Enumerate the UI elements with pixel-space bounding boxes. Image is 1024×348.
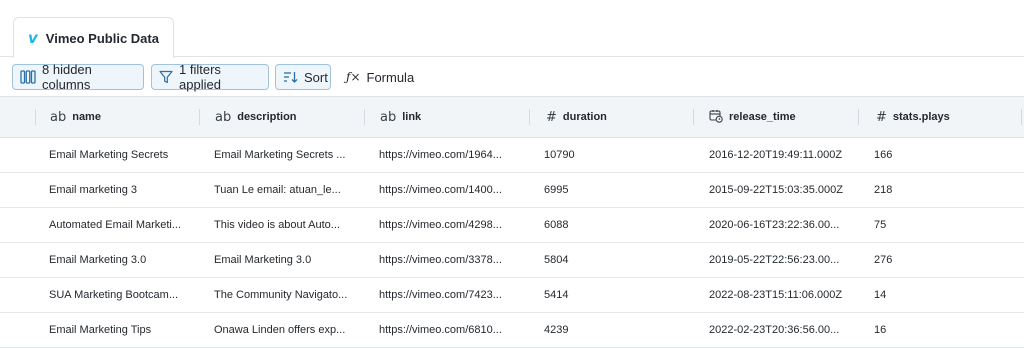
column-header-description[interactable]: ab description: [215, 97, 297, 137]
column-header-label: release_time: [729, 111, 796, 123]
sort-label: Sort: [304, 69, 328, 85]
vimeo-logo-icon: v: [28, 29, 38, 47]
column-header-label: link: [402, 111, 422, 123]
cell-name[interactable]: Email Marketing 3.0: [49, 243, 199, 277]
cell-duration[interactable]: 5804: [544, 243, 694, 277]
cell-name[interactable]: Email Marketing Tips: [49, 313, 199, 347]
cell-name[interactable]: Email marketing 3: [49, 173, 199, 207]
cell-link[interactable]: https://vimeo.com/7423...: [379, 278, 529, 312]
column-header-duration[interactable]: # duration: [546, 97, 607, 137]
table-row[interactable]: Email Marketing Tips Onawa Linden offers…: [0, 313, 1024, 348]
cell-stats-plays[interactable]: 276: [874, 243, 1014, 277]
column-divider: [858, 109, 859, 125]
column-header-name[interactable]: ab name: [50, 97, 101, 137]
column-header-label: stats.plays: [892, 111, 950, 123]
cell-description[interactable]: Email Marketing Secrets ...: [214, 138, 364, 172]
cell-release-time[interactable]: 2022-08-23T15:11:06.000Z: [709, 278, 859, 312]
sort-icon: [283, 70, 298, 84]
text-type-icon: ab: [215, 109, 232, 125]
cell-release-time[interactable]: 2019-05-22T22:56:23.00...: [709, 243, 859, 277]
table-row[interactable]: SUA Marketing Bootcam... The Community N…: [0, 278, 1024, 313]
number-type-icon: #: [876, 109, 887, 125]
cell-release-time[interactable]: 2020-06-16T23:22:36.00...: [709, 208, 859, 242]
cell-description[interactable]: Onawa Linden offers exp...: [214, 313, 364, 347]
column-divider: [1021, 109, 1022, 125]
cell-release-time[interactable]: 2015-09-22T15:03:35.000Z: [709, 173, 859, 207]
cell-name[interactable]: SUA Marketing Bootcam...: [49, 278, 199, 312]
tab-label: Vimeo Public Data: [45, 30, 159, 46]
column-divider: [693, 109, 694, 125]
cell-description[interactable]: This video is about Auto...: [214, 208, 364, 242]
column-header-link[interactable]: ab link: [380, 97, 421, 137]
formula-label: Formula: [366, 69, 415, 85]
number-type-icon: #: [546, 109, 557, 125]
sort-button[interactable]: Sort: [275, 64, 331, 90]
table-row[interactable]: Automated Email Marketi... This video is…: [0, 208, 1024, 243]
text-type-icon: ab: [380, 109, 397, 125]
cell-stats-plays[interactable]: 75: [874, 208, 1014, 242]
cell-duration[interactable]: 4239: [544, 313, 694, 347]
cell-duration[interactable]: 5414: [544, 278, 694, 312]
cell-link[interactable]: https://vimeo.com/6810...: [379, 313, 529, 347]
text-type-icon: ab: [50, 109, 67, 125]
cell-description[interactable]: Tuan Le email: atuan_le...: [214, 173, 364, 207]
table-row[interactable]: Email Marketing Secrets Email Marketing …: [0, 138, 1024, 173]
cell-release-time[interactable]: 2016-12-20T19:49:11.000Z: [709, 138, 859, 172]
cell-duration[interactable]: 10790: [544, 138, 694, 172]
column-divider: [199, 109, 200, 125]
table-row[interactable]: Email Marketing 3.0 Email Marketing 3.0 …: [0, 243, 1024, 278]
cell-duration[interactable]: 6088: [544, 208, 694, 242]
formula-button[interactable]: ƒ× Formula: [339, 64, 419, 90]
toolbar: 8 hidden columns 1 filters applied Sort …: [0, 57, 1024, 97]
calendar-clock-icon: [709, 109, 723, 126]
column-header-stats-plays[interactable]: # stats.plays: [876, 97, 950, 137]
tab-vimeo-public-data[interactable]: v Vimeo Public Data: [13, 17, 174, 58]
cell-release-time[interactable]: 2022-02-23T20:36:56.00...: [709, 313, 859, 347]
cell-stats-plays[interactable]: 16: [874, 313, 1014, 347]
cell-description[interactable]: The Community Navigato...: [214, 278, 364, 312]
column-header-label: duration: [562, 111, 607, 123]
column-header-label: name: [72, 111, 101, 123]
table-header: ab name ab description ab link # duratio…: [0, 97, 1024, 138]
cell-link[interactable]: https://vimeo.com/1400...: [379, 173, 529, 207]
cell-name[interactable]: Email Marketing Secrets: [49, 138, 199, 172]
filters-label: 1 filters applied: [179, 62, 221, 92]
cell-description[interactable]: Email Marketing 3.0: [214, 243, 364, 277]
cell-name[interactable]: Automated Email Marketi...: [49, 208, 199, 242]
column-divider: [364, 109, 365, 125]
cell-link[interactable]: https://vimeo.com/4298...: [379, 208, 529, 242]
tab-bar: v Vimeo Public Data: [0, 0, 1024, 58]
filter-icon: [159, 70, 173, 84]
filters-button[interactable]: 1 filters applied: [151, 62, 269, 92]
column-divider: [35, 109, 36, 125]
cell-stats-plays[interactable]: 14: [874, 278, 1014, 312]
column-header-label: description: [237, 111, 297, 123]
column-header-release-time[interactable]: release_time: [709, 97, 796, 137]
cell-stats-plays[interactable]: 218: [874, 173, 1014, 207]
cell-stats-plays[interactable]: 166: [874, 138, 1014, 172]
column-divider: [529, 109, 530, 125]
cell-duration[interactable]: 6995: [544, 173, 694, 207]
formula-icon: ƒ×: [346, 70, 361, 84]
cell-link[interactable]: https://vimeo.com/1964...: [379, 138, 529, 172]
hidden-columns-label: 8 hidden columns: [42, 62, 92, 92]
hidden-columns-button[interactable]: 8 hidden columns: [12, 62, 144, 92]
columns-icon: [20, 70, 36, 84]
table-row[interactable]: Email marketing 3 Tuan Le email: atuan_l…: [0, 173, 1024, 208]
cell-link[interactable]: https://vimeo.com/3378...: [379, 243, 529, 277]
